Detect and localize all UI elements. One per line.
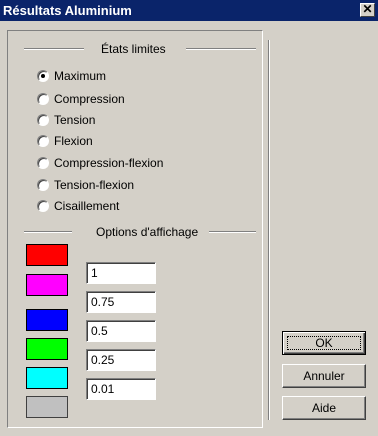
- radio-button[interactable]: [37, 114, 49, 126]
- close-button[interactable]: ✕: [360, 3, 375, 17]
- window-title: Résultats Aluminium: [3, 3, 132, 18]
- group-divider-right: [209, 231, 256, 233]
- radio-button[interactable]: [37, 200, 49, 212]
- radio-cisaillement[interactable]: Cisaillement: [37, 198, 119, 214]
- color-swatch-magenta[interactable]: [26, 274, 68, 296]
- radio-label: Cisaillement: [54, 199, 120, 213]
- threshold-field-3[interactable]: 0.5: [86, 320, 156, 342]
- group-divider-left: [24, 48, 84, 50]
- radio-label: Maximum: [54, 69, 107, 83]
- group-divider-right: [186, 48, 256, 50]
- radio-compression-flexion[interactable]: Compression-flexion: [37, 155, 163, 171]
- radio-flexion[interactable]: Flexion: [37, 133, 93, 149]
- help-button[interactable]: Aide: [282, 396, 366, 420]
- vertical-separator: [268, 40, 270, 420]
- color-swatch-blue[interactable]: [26, 309, 68, 331]
- radio-label: Flexion: [54, 134, 93, 148]
- radio-button[interactable]: [37, 93, 49, 105]
- ok-label: OK: [315, 336, 333, 350]
- radio-label: Tension-flexion: [54, 178, 135, 192]
- title-bar[interactable]: Résultats Aluminium ✕: [0, 0, 378, 21]
- radio-button[interactable]: [37, 157, 49, 169]
- radio-label: Compression: [54, 92, 125, 106]
- radio-label: Tension: [54, 113, 96, 127]
- color-swatch-cyan[interactable]: [26, 367, 68, 389]
- radio-maximum[interactable]: Maximum: [37, 68, 106, 84]
- close-icon: ✕: [362, 2, 373, 16]
- radio-button[interactable]: [37, 135, 49, 147]
- radio-label: Compression-flexion: [54, 156, 164, 170]
- limit-states-heading: États limites: [101, 42, 166, 56]
- radio-button[interactable]: [37, 70, 49, 82]
- help-label: Aide: [311, 401, 337, 415]
- display-options-group-header: Options d'affichage: [24, 225, 256, 239]
- radio-compression[interactable]: Compression: [37, 91, 125, 107]
- threshold-field-4[interactable]: 0.25: [86, 349, 156, 371]
- cancel-label: Annuler: [303, 369, 345, 383]
- color-swatch-gray[interactable]: [26, 396, 68, 418]
- cancel-button[interactable]: Annuler: [282, 364, 366, 388]
- color-swatch-green[interactable]: [26, 338, 68, 360]
- radio-tension[interactable]: Tension: [37, 112, 95, 128]
- color-swatch-red[interactable]: [26, 244, 68, 266]
- threshold-field-2[interactable]: 0.75: [86, 291, 156, 313]
- threshold-field-5[interactable]: 0.01: [86, 378, 156, 400]
- limit-states-group-header: États limites: [24, 42, 256, 56]
- threshold-field-1[interactable]: 1: [86, 262, 156, 284]
- group-divider-left: [24, 231, 72, 233]
- radio-button[interactable]: [37, 179, 49, 191]
- ok-button[interactable]: OK: [282, 331, 366, 355]
- radio-tension-flexion[interactable]: Tension-flexion: [37, 177, 134, 193]
- display-options-heading: Options d'affichage: [96, 225, 199, 239]
